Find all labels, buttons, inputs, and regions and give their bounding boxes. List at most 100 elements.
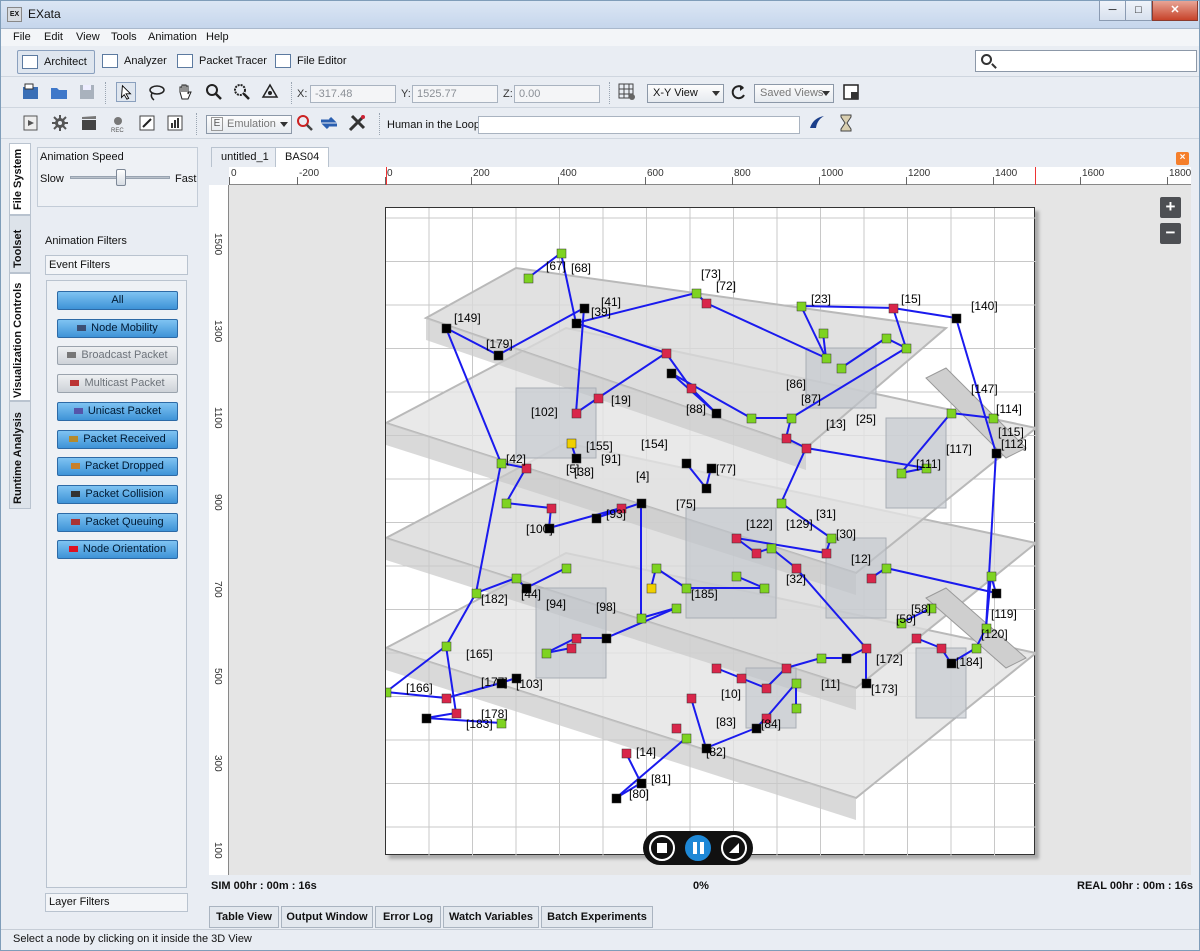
filter-all-button[interactable]: All xyxy=(57,291,178,310)
close-document-icon[interactable]: × xyxy=(1176,152,1189,165)
network-node xyxy=(451,708,462,719)
filter-icon xyxy=(77,324,87,331)
zoom-out-button[interactable]: − xyxy=(1160,223,1181,244)
filter-unicast-packet-button[interactable]: Unicast Packet xyxy=(57,401,178,421)
menu-edit[interactable]: Edit xyxy=(44,31,63,43)
tab-error-log[interactable]: Error Log xyxy=(375,906,441,928)
maximize-button[interactable]: □ xyxy=(1125,1,1152,21)
tab-runtime-analysis[interactable]: Runtime Analysis xyxy=(9,401,31,509)
node-label: [31] xyxy=(816,507,836,521)
network-node xyxy=(701,483,712,494)
ruler-tick-label: 400 xyxy=(560,168,577,179)
y-coordinate-field[interactable]: 1525.77 xyxy=(412,85,498,103)
tab-toolset[interactable]: Toolset xyxy=(9,215,31,273)
gear-icon[interactable] xyxy=(50,113,70,133)
network-node xyxy=(611,793,622,804)
record-icon[interactable]: REC xyxy=(108,113,128,133)
building-scene[interactable]: [67] [68] [39] [149] [179] [41] [72] [73] [23] [1… xyxy=(381,207,1039,856)
connect-arrows-icon[interactable] xyxy=(319,113,339,133)
hourglass-icon[interactable] xyxy=(836,113,856,133)
filter-packet-queuing-button[interactable]: Packet Queuing xyxy=(57,512,178,532)
filter-packet-dropped-button[interactable]: Packet Dropped xyxy=(57,457,178,477)
tab-table-view[interactable]: Table View xyxy=(209,906,279,928)
analyzer-mode-button[interactable]: Analyzer xyxy=(98,50,167,74)
y-label: Y: xyxy=(401,88,411,100)
packet-sniffer-icon[interactable] xyxy=(295,113,315,133)
filter-label: Node Mobility xyxy=(91,321,158,334)
packet-tracer-mode-button[interactable]: Packet Tracer xyxy=(173,50,267,74)
main-toolbar: X: -317.48 Y: 1525.77 Z: 0.00 X-Y View S… xyxy=(1,78,1199,108)
tools-wrench-icon[interactable] xyxy=(347,113,367,133)
node-label: [32] xyxy=(786,572,806,586)
node-label: [25] xyxy=(856,412,876,426)
close-button[interactable]: ✕ xyxy=(1152,1,1198,21)
zoom-in-button[interactable]: + xyxy=(1160,197,1181,218)
saved-views-select[interactable]: Saved Views xyxy=(754,84,834,103)
tab-file-system[interactable]: File System xyxy=(9,143,31,215)
filter-packet-received-button[interactable]: Packet Received xyxy=(57,429,178,449)
menu-file[interactable]: File xyxy=(13,31,31,43)
layer-filters-header[interactable]: Layer Filters xyxy=(45,893,188,912)
send-command-icon[interactable] xyxy=(806,113,826,133)
tab-batch-experiments[interactable]: Batch Experiments xyxy=(541,906,653,928)
record-clapper-icon[interactable] xyxy=(79,113,99,133)
filter-packet-collision-button[interactable]: Packet Collision xyxy=(57,484,178,504)
grid-settings-icon[interactable] xyxy=(617,82,637,102)
node-label: [12] xyxy=(851,552,871,566)
x-coordinate-field[interactable]: -317.48 xyxy=(310,85,396,103)
stop-button[interactable] xyxy=(649,835,675,861)
menu-tools[interactable]: Tools xyxy=(111,31,137,43)
save-icon[interactable] xyxy=(77,82,97,102)
view-select[interactable]: X-Y View xyxy=(647,84,724,103)
event-filters-header[interactable]: Event Filters xyxy=(45,255,188,275)
filter-icon xyxy=(71,518,81,525)
filter-node-mobility-button[interactable]: Node Mobility xyxy=(57,318,178,338)
tab-bas04[interactable]: BAS04 xyxy=(275,147,330,167)
search-field[interactable] xyxy=(975,50,1197,72)
filter-multicast-packet-button[interactable]: Multicast Packet xyxy=(57,374,178,394)
step-button[interactable] xyxy=(721,835,747,861)
file-editor-icon xyxy=(275,54,291,68)
scenario-canvas[interactable]: [67] [68] [39] [149] [179] [41] [72] [73] [23] [1… xyxy=(229,185,1191,875)
minimize-button[interactable]: ─ xyxy=(1099,1,1126,21)
tab-visualization-controls[interactable]: Visualization Controls xyxy=(9,273,31,401)
run-settings-icon[interactable] xyxy=(21,113,41,133)
menu-view[interactable]: View xyxy=(76,31,100,43)
lasso-icon[interactable] xyxy=(146,82,166,102)
tab-watch-variables[interactable]: Watch Variables xyxy=(443,906,539,928)
filter-broadcast-packet-button[interactable]: Broadcast Packet xyxy=(57,346,178,366)
slider-thumb[interactable] xyxy=(116,169,126,186)
filter-node-orientation-button[interactable]: Node Orientation xyxy=(57,540,178,560)
file-editor-mode-button[interactable]: File Editor xyxy=(271,50,347,74)
pan-hand-icon[interactable] xyxy=(175,82,195,102)
hitl-command-input[interactable] xyxy=(478,116,800,134)
chart-icon[interactable] xyxy=(165,113,185,133)
tab-output-window[interactable]: Output Window xyxy=(281,906,373,928)
menu-animation[interactable]: Animation xyxy=(148,31,197,43)
z-label: Z: xyxy=(503,88,513,100)
window-layout-icon[interactable] xyxy=(841,82,861,102)
x-label: X: xyxy=(297,88,308,100)
tab-file-system-label: File System xyxy=(12,148,24,210)
pause-button[interactable] xyxy=(685,835,711,861)
z-coordinate-field[interactable]: 0.00 xyxy=(514,85,600,103)
rotate-3d-icon[interactable] xyxy=(260,82,280,102)
network-node xyxy=(821,548,832,559)
zoom-icon[interactable] xyxy=(204,82,224,102)
ruler-tick xyxy=(819,177,820,185)
network-node xyxy=(866,573,877,584)
network-link xyxy=(800,305,894,309)
node-label: [14] xyxy=(636,745,656,759)
zoom-area-icon[interactable] xyxy=(232,82,252,102)
open-folder-icon[interactable] xyxy=(49,82,69,102)
network-topology[interactable]: [67] [68][39][149][179][41][72][73][23] [1… xyxy=(381,208,1039,856)
menu-help[interactable]: Help xyxy=(206,31,229,43)
new-scenario-icon[interactable] xyxy=(21,82,41,102)
ruler-tick xyxy=(297,177,298,185)
tab-untitled-1[interactable]: untitled_1 xyxy=(211,147,279,167)
reset-view-icon[interactable] xyxy=(729,82,749,102)
emulation-select[interactable]: E Emulation xyxy=(206,115,292,134)
edit-icon[interactable] xyxy=(137,113,157,133)
select-arrow-icon[interactable] xyxy=(116,82,136,102)
architect-mode-button[interactable]: Architect xyxy=(17,50,95,74)
